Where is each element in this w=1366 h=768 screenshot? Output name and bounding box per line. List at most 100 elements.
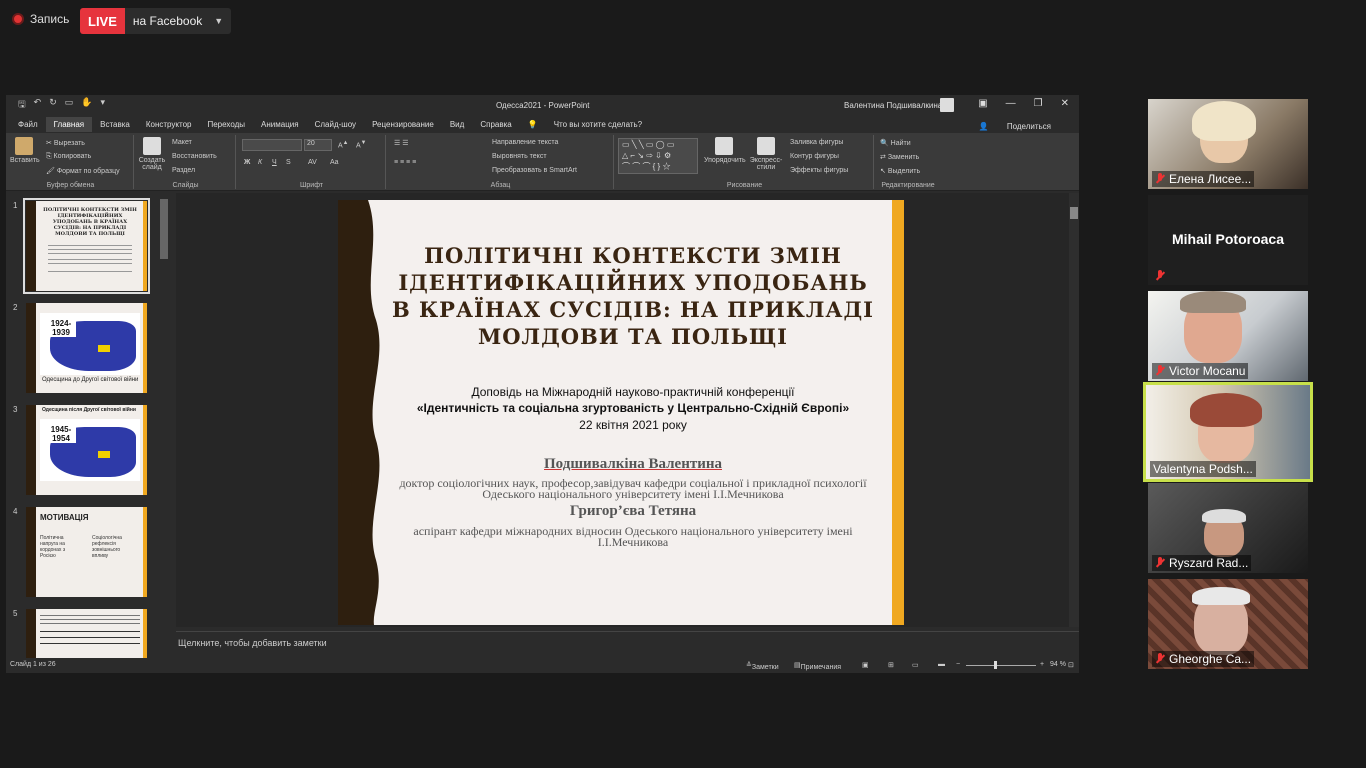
notes-pane[interactable]: Щелкните, чтобы добавить заметки	[176, 631, 1079, 655]
live-stream-control[interactable]: LIVE на Facebook ▼	[80, 8, 232, 34]
report-line-1[interactable]: Доповідь на Міжнародній науково-практичн…	[388, 384, 878, 400]
shape-fill-button[interactable]: Заливка фигуры	[790, 139, 843, 146]
save-icon[interactable]: 🖫	[18, 97, 26, 113]
find-button[interactable]: 🔍 Найти	[880, 139, 911, 147]
touch-mode-icon[interactable]: ✋	[81, 97, 92, 113]
normal-view-icon[interactable]: ▣	[862, 661, 869, 669]
change-case-button[interactable]: Aa	[330, 159, 339, 166]
participant-tile[interactable]: Ryszard Rad...	[1148, 483, 1308, 573]
char-spacing-button[interactable]: AV	[308, 159, 317, 166]
participant-tile[interactable]: Victor Mocanu	[1148, 291, 1308, 381]
minimize-icon[interactable]: —	[1006, 98, 1016, 109]
live-target-dropdown[interactable]: на Facebook ▼	[124, 8, 232, 34]
slide-edit-area[interactable]: ПОЛІТИЧНІ КОНТЕКСТИ ЗМІН ІДЕНТИФІКАЦІЙНИ…	[176, 193, 1079, 627]
slide-scrollbar[interactable]	[1069, 193, 1079, 627]
comments-toggle[interactable]: ▤ Примечания	[794, 661, 841, 671]
redo-icon[interactable]: ↻	[49, 97, 57, 113]
reading-view-icon[interactable]: ▭	[912, 661, 919, 669]
undo-icon[interactable]: ↶	[34, 97, 42, 113]
zoom-level[interactable]: 94 %	[1050, 661, 1066, 668]
tab-review[interactable]: Рецензирование	[364, 117, 442, 132]
start-slideshow-icon[interactable]: ▭	[65, 97, 74, 113]
shape-effects-button[interactable]: Эффекты фигуры	[790, 167, 848, 174]
cut-button[interactable]: ✂ Вырезать	[46, 139, 85, 147]
shrink-font-icon[interactable]: A▼	[356, 140, 366, 149]
zoom-slider[interactable]	[966, 665, 1036, 666]
participant-tile-speaking[interactable]: Valentyna Podsh...	[1143, 382, 1313, 482]
user-name[interactable]: Валентина Подшивалкина	[844, 101, 942, 110]
align-icons[interactable]: ≡ ≡ ≡ ≡	[394, 159, 416, 166]
bullets-icon[interactable]: ☰ ☰	[394, 139, 409, 147]
participant-tile[interactable]: Gheorghe Ca...	[1148, 579, 1308, 669]
section-button[interactable]: Раздел	[172, 167, 195, 174]
smartart-button[interactable]: Преобразовать в SmartArt	[492, 167, 577, 174]
zoom-slider-thumb[interactable]	[994, 661, 997, 669]
slide-thumbnails-pane[interactable]: 1 ПОЛІТИЧНІ КОНТЕКСТИ ЗМІН ІДЕНТИФІКАЦІЙ…	[6, 193, 176, 659]
author-1-description[interactable]: доктор соціологічних наук, професор,заві…	[398, 477, 868, 500]
author-2-name[interactable]: Григор’єва Тетяна	[388, 503, 878, 520]
slide-title[interactable]: ПОЛІТИЧНІ КОНТЕКСТИ ЗМІН ІДЕНТИФІКАЦІЙНИ…	[388, 242, 878, 350]
participant-tile[interactable]: Mihail Potoroaca	[1148, 195, 1308, 285]
author-2-description[interactable]: аспірант кафедри міжнародних відносин Од…	[398, 525, 868, 548]
thumbnail-slide-2[interactable]: 1924-1939 Одесщина до Другої світової ві…	[26, 303, 147, 393]
shapes-gallery[interactable]: ▭ ╲ ╲ ▭ ◯ ▭ △ ⌐ ↘ ⇨ ⇩ ⚙ ⌒ ⌒ ⌒ { } ☆	[618, 138, 698, 174]
copy-button[interactable]: ⎘ Копировать	[46, 153, 91, 161]
tab-slideshow[interactable]: Слайд-шоу	[307, 117, 364, 132]
select-button[interactable]: ↖ Выделить	[880, 167, 920, 175]
tab-insert[interactable]: Вставка	[92, 117, 138, 132]
notes-toggle[interactable]: ≙ Заметки	[746, 661, 779, 671]
thumbnail-slide-5[interactable]	[26, 609, 147, 659]
quick-styles-button[interactable]: Экспресс-стили	[748, 137, 784, 171]
thumbnail-slide-1[interactable]: ПОЛІТИЧНІ КОНТЕКСТИ ЗМІН ІДЕНТИФІКАЦІЙНИ…	[23, 198, 150, 294]
scrollbar-thumb[interactable]	[1070, 207, 1078, 219]
tab-transitions[interactable]: Переходы	[199, 117, 253, 132]
author-1-name[interactable]: Подшивалкіна Валентина	[388, 456, 878, 473]
status-bar: Слайд 1 из 26 ≙ Заметки ▤ Примечания ▣ ⊞…	[6, 658, 1079, 673]
tab-home[interactable]: Главная	[45, 116, 93, 132]
reset-button[interactable]: Восстановить	[172, 153, 217, 160]
thumbnail-slide-4[interactable]: МОТИВАЦІЯ Політична напруга на кордонах …	[26, 507, 147, 597]
participant-tile[interactable]: Елена Лисее...	[1148, 99, 1308, 189]
shape-outline-button[interactable]: Контур фигуры	[790, 153, 839, 160]
new-slide-button[interactable]: Создать слайд	[138, 137, 166, 171]
italic-button[interactable]: К	[258, 159, 262, 166]
user-avatar[interactable]	[940, 98, 954, 112]
zoom-out-icon[interactable]: −	[956, 661, 960, 668]
arrange-button[interactable]: Упорядочить	[704, 137, 746, 164]
slide-sorter-icon[interactable]: ⊞	[888, 661, 894, 669]
tab-view[interactable]: Вид	[442, 117, 472, 132]
customize-qat-icon[interactable]: ▾	[101, 97, 106, 113]
underline-button[interactable]: Ч	[272, 159, 277, 166]
replace-button[interactable]: ⇄ Заменить	[880, 153, 919, 161]
text-direction-button[interactable]: Направление текста	[492, 139, 558, 146]
fit-slide-icon[interactable]: ⊡	[1068, 661, 1074, 669]
format-painter-button[interactable]: 🖌 Формат по образцу	[46, 167, 120, 175]
tab-file[interactable]: Файл	[10, 117, 46, 132]
bold-button[interactable]: Ж	[244, 159, 250, 166]
thumbnail-slide-3[interactable]: Одесщина після Другої світової війни 194…	[26, 405, 147, 495]
tab-animation[interactable]: Анимация	[253, 117, 307, 132]
tell-me-search[interactable]: Что вы хотите сделать?	[546, 117, 650, 132]
font-family-select[interactable]	[242, 139, 302, 151]
maximize-icon[interactable]: ❐	[1034, 98, 1043, 109]
current-slide[interactable]: ПОЛІТИЧНІ КОНТЕКСТИ ЗМІН ІДЕНТИФІКАЦІЙНИ…	[338, 200, 904, 625]
tab-design[interactable]: Конструктор	[138, 117, 200, 132]
paste-button[interactable]: Вставить	[10, 137, 40, 164]
slideshow-view-icon[interactable]: ▬	[938, 661, 945, 668]
layout-button[interactable]: Макет	[172, 139, 192, 146]
recording-indicator[interactable]: Запись	[12, 12, 69, 26]
live-target-label: на Facebook	[132, 14, 203, 28]
thumbnails-scrollbar[interactable]	[160, 199, 168, 259]
align-text-button[interactable]: Выровнять текст	[492, 153, 547, 160]
group-paragraph: ☰ ☰ ≡ ≡ ≡ ≡ Направление текста Выровнять…	[388, 135, 614, 189]
font-size-select[interactable]: 20	[304, 139, 332, 151]
grow-font-icon[interactable]: A▲	[338, 140, 348, 149]
report-date[interactable]: 22 квітня 2021 року	[388, 417, 878, 433]
tab-help[interactable]: Справка	[472, 117, 519, 132]
strikethrough-button[interactable]: S	[286, 159, 291, 166]
report-line-2[interactable]: «Ідентичність та соціальна згуртованість…	[388, 400, 878, 416]
ribbon-display-icon[interactable]: ▣	[978, 98, 987, 109]
close-icon[interactable]: ✕	[1061, 98, 1069, 109]
share-button[interactable]: 👤 Поделиться	[963, 119, 1067, 134]
zoom-in-icon[interactable]: +	[1040, 661, 1044, 668]
